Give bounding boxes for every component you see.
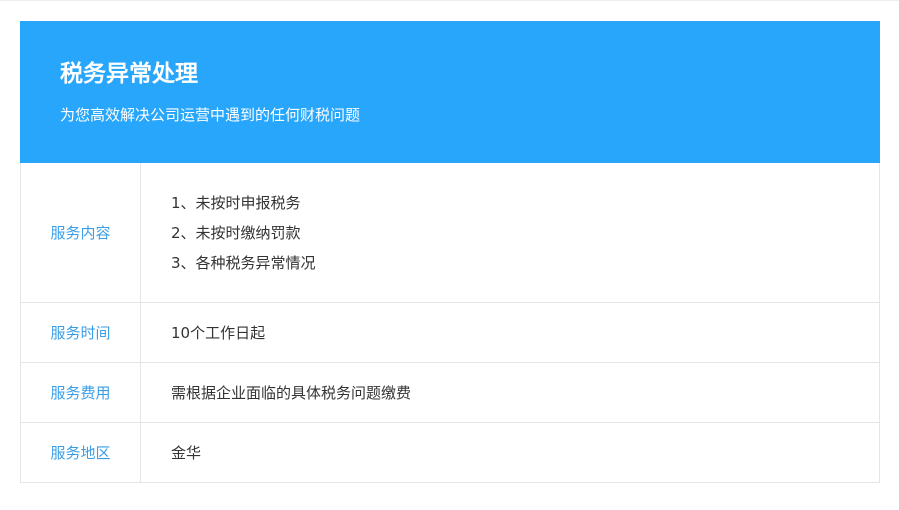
time-value: 10个工作日起 bbox=[171, 323, 266, 342]
content-item-3: 3、各种税务异常情况 bbox=[171, 253, 316, 272]
content-item-1: 1、未按时申报税务 bbox=[171, 193, 301, 212]
content-label: 服务内容 bbox=[50, 224, 111, 242]
detail-label-cell: 服务内容 bbox=[21, 163, 141, 302]
service-banner: 税务异常处理 为您高效解决公司运营中遇到的任何财税问题 bbox=[20, 21, 880, 163]
detail-label-cell: 服务地区 bbox=[21, 423, 141, 482]
service-title: 税务异常处理 bbox=[60, 61, 198, 87]
detail-row-fee: 服务费用 需根据企业面临的具体税务问题缴费 bbox=[21, 363, 879, 423]
fee-label: 服务费用 bbox=[50, 384, 111, 402]
service-card: 税务异常处理 为您高效解决公司运营中遇到的任何财税问题 服务内容 1、未按时申报… bbox=[20, 21, 880, 483]
region-label: 服务地区 bbox=[50, 444, 111, 462]
detail-row-content: 服务内容 1、未按时申报税务 2、未按时缴纳罚款 3、各种税务异常情况 bbox=[21, 163, 879, 303]
detail-label-cell: 服务费用 bbox=[21, 363, 141, 422]
detail-label-cell: 服务时间 bbox=[21, 303, 141, 362]
time-label: 服务时间 bbox=[50, 324, 111, 342]
fee-value-cell: 需根据企业面临的具体税务问题缴费 bbox=[171, 363, 869, 422]
region-value: 金华 bbox=[171, 443, 202, 462]
detail-row-region: 服务地区 金华 bbox=[21, 423, 879, 482]
content-item-2: 2、未按时缴纳罚款 bbox=[171, 223, 301, 242]
region-value-cell: 金华 bbox=[171, 423, 869, 482]
content-list: 1、未按时申报税务 2、未按时缴纳罚款 3、各种税务异常情况 bbox=[171, 163, 869, 302]
service-subtitle: 为您高效解决公司运营中遇到的任何财税问题 bbox=[60, 106, 361, 124]
top-divider bbox=[0, 0, 899, 1]
service-details-table: 服务内容 1、未按时申报税务 2、未按时缴纳罚款 3、各种税务异常情况 服务时间… bbox=[20, 163, 880, 483]
fee-value: 需根据企业面临的具体税务问题缴费 bbox=[171, 383, 412, 402]
detail-row-time: 服务时间 10个工作日起 bbox=[21, 303, 879, 363]
time-value-cell: 10个工作日起 bbox=[171, 303, 869, 362]
